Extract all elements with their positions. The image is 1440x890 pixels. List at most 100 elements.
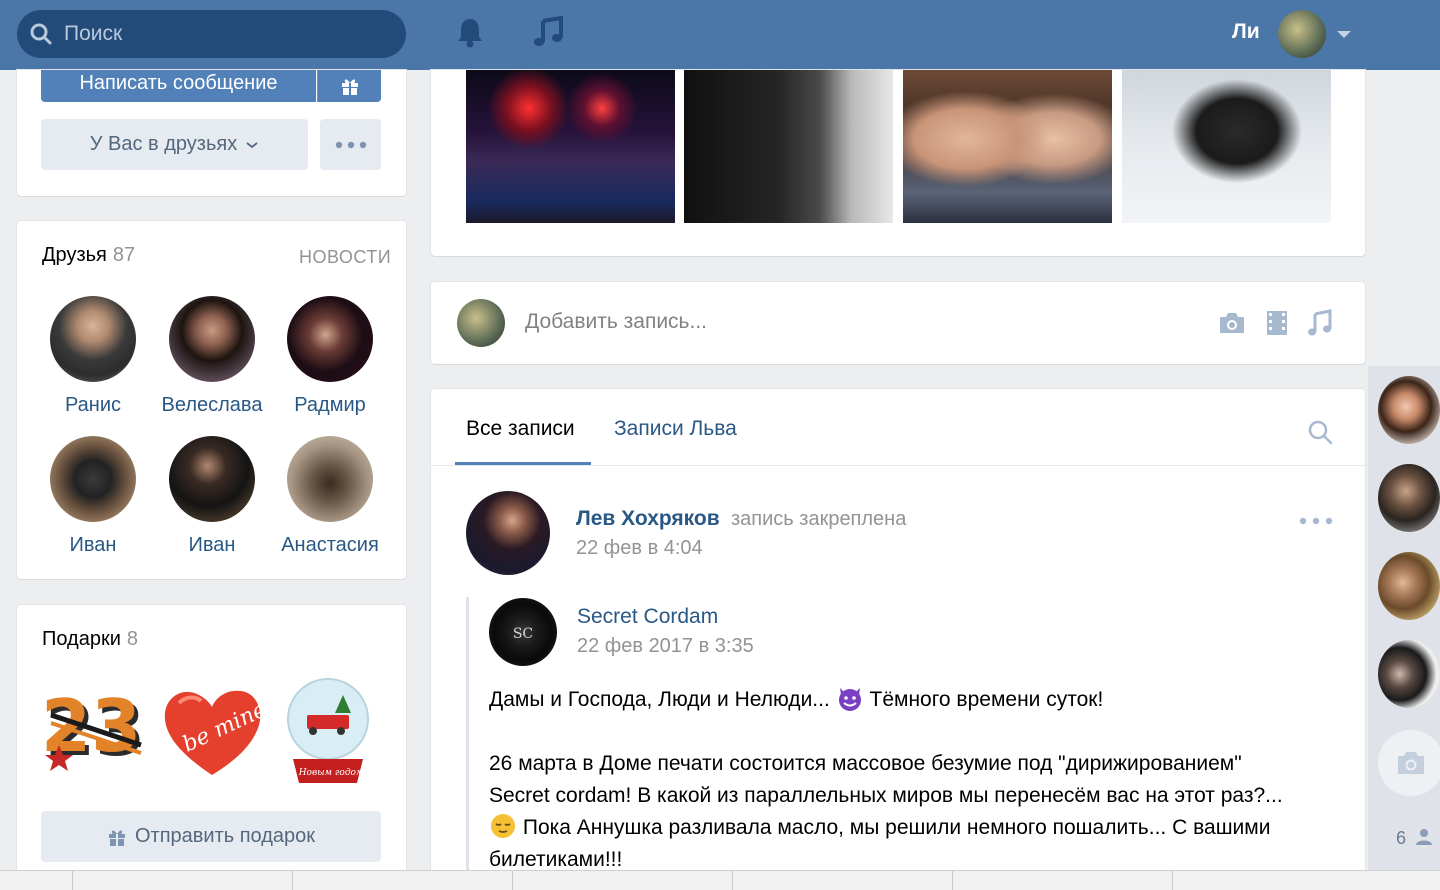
friend-name: Радмир (294, 394, 366, 416)
friend-status-label: У Вас в друзьях (89, 133, 238, 155)
friends-news-link[interactable]: НОВОСТИ (299, 247, 391, 268)
repost-source-avatar[interactable]: SC (489, 598, 557, 666)
search-box[interactable] (17, 10, 406, 58)
friend-name: Ранис (64, 394, 121, 416)
photo-thumbnail[interactable] (466, 70, 675, 223)
chevron-down-icon[interactable] (1337, 31, 1351, 38)
header-avatar[interactable] (1278, 10, 1326, 58)
post-author-name[interactable]: Лев Хохряков (576, 507, 720, 531)
friend-avatar (50, 296, 136, 382)
friend-item[interactable]: Анастасия (271, 436, 389, 557)
secret-cordam-logo: SC (513, 626, 533, 642)
friend-name: Иван (188, 534, 236, 556)
wall-card: Все записи Записи Льва Лев Хохряков запи… (431, 389, 1365, 890)
chevron-down-icon (246, 141, 258, 148)
repost-date[interactable]: 22 фев 2017 в 3:35 (577, 635, 754, 658)
friends-title-label: Друзья (42, 244, 107, 266)
gifts-title[interactable]: Подарки 8 (42, 628, 138, 651)
friend-item[interactable]: Радмир (271, 296, 389, 417)
profile-actions-card: Написать сообщение У Вас в друзьях (17, 70, 406, 196)
friend-item[interactable]: Велеслава (153, 296, 271, 417)
23-february-gift-icon[interactable]: 23 23 (41, 685, 151, 775)
write-message-label: Написать сообщение (79, 71, 278, 94)
more-actions-button[interactable] (320, 119, 381, 170)
gifts-title-label: Подарки (42, 628, 121, 650)
post-text-line: Пока Аннушка разливала масло, мы решили … (489, 812, 1270, 844)
top-bar: Ли (0, 0, 1440, 70)
search-input[interactable] (64, 20, 384, 48)
friend-avatar (169, 436, 255, 522)
post-text-line-4: Пока Аннушка разливала масло, мы решили … (522, 816, 1271, 839)
bottom-tab[interactable] (292, 871, 512, 890)
photo-thumbnail[interactable] (684, 70, 893, 223)
friend-item[interactable]: Ранис (34, 296, 152, 417)
music-note-icon[interactable] (533, 16, 565, 48)
tab-all-posts[interactable]: Все записи (466, 417, 575, 441)
side-photo-button[interactable] (1378, 730, 1440, 796)
friends-title[interactable]: Друзья 87 (42, 244, 135, 267)
friend-avatar (50, 436, 136, 522)
side-friend-avatar[interactable] (1378, 552, 1440, 620)
heart-be-mine-gift-icon[interactable]: be mine (159, 683, 265, 779)
photo-thumbnail[interactable] (903, 70, 1112, 223)
friend-name: Анастасия (281, 534, 379, 556)
post-author-avatar[interactable] (466, 491, 550, 575)
search-icon[interactable] (1307, 419, 1333, 445)
search-icon (30, 23, 52, 45)
side-friends-count[interactable]: 6 (1396, 828, 1433, 849)
header-user-name[interactable]: Ли (1232, 20, 1260, 44)
send-gift-button[interactable]: Отправить подарок (41, 811, 381, 862)
camera-icon[interactable] (1217, 310, 1247, 336)
bottom-tab[interactable] (512, 871, 732, 890)
send-gift-label: Отправить подарок (134, 825, 316, 847)
side-friends-strip (1368, 366, 1440, 890)
gifts-count: 8 (126, 628, 139, 650)
more-dots-icon (335, 141, 366, 148)
side-friends-count-value: 6 (1396, 828, 1407, 848)
friends-count: 87 (112, 244, 136, 266)
photo-thumbnail[interactable] (1122, 70, 1331, 223)
post-text-line-3: Secret cordam! В какой из параллельных м… (489, 784, 1283, 807)
friend-item[interactable]: Иван (34, 436, 152, 557)
friend-status-button[interactable]: У Вас в друзьях (41, 119, 308, 170)
video-film-icon[interactable] (1265, 309, 1289, 337)
post-text-line-1: Дамы и Господа, Люди и Нелюди... (489, 688, 830, 711)
gift-button[interactable] (317, 70, 381, 102)
friend-item[interactable]: Иван (153, 436, 271, 557)
user-icon (1416, 829, 1433, 845)
friend-avatar (287, 296, 373, 382)
post-date[interactable]: 22 фев в 4:04 (576, 537, 703, 560)
bottom-tab[interactable] (732, 871, 952, 890)
repost-quote-bar (466, 597, 469, 890)
music-note-icon[interactable] (1307, 309, 1333, 337)
side-friend-avatar[interactable] (1378, 640, 1440, 708)
bottom-tabs-bar (0, 870, 1440, 890)
tab-owner-posts[interactable]: Записи Льва (614, 417, 737, 441)
svg-text:SC: SC (513, 626, 533, 642)
post-text-line: Дамы и Господа, Люди и Нелюди... Тёмного… (489, 684, 1103, 716)
friend-name: Иван (69, 534, 117, 556)
post-text-line-2: 26 марта в Доме печати состоится массово… (489, 752, 1242, 775)
notifications-bell-icon[interactable] (456, 16, 484, 48)
snowglobe-gift-icon[interactable]: С Новым годом! (283, 675, 373, 787)
smiling-devil-emoji-icon (838, 688, 861, 711)
gifts-card: Подарки8 23 23 be mine С Новым годом! От… (17, 605, 406, 890)
side-friend-avatar[interactable] (1378, 376, 1440, 444)
tabs-divider (431, 465, 1365, 466)
gift-icon (341, 79, 358, 95)
camera-icon (1398, 752, 1424, 774)
composer-placeholder[interactable]: Добавить запись... (525, 310, 707, 334)
post-composer[interactable]: Добавить запись... (431, 282, 1365, 364)
write-message-button[interactable]: Написать сообщение (41, 70, 316, 102)
bottom-tab[interactable] (1172, 871, 1378, 890)
bottom-tab[interactable] (72, 871, 292, 890)
composer-avatar (457, 299, 505, 347)
friends-card: Друзья 87 НОВОСТИ Ранис Велеслава Радмир … (17, 221, 406, 579)
bottom-tab[interactable] (952, 871, 1172, 890)
post-pinned-label: запись закреплена (731, 508, 907, 530)
side-friend-avatar[interactable] (1378, 464, 1440, 532)
repost-source-name[interactable]: Secret Cordam (577, 605, 718, 629)
more-dots-icon[interactable] (1299, 517, 1333, 525)
friend-name: Велеслава (161, 394, 263, 416)
post-text-line-1-end: Тёмного времени суток! (869, 688, 1104, 711)
